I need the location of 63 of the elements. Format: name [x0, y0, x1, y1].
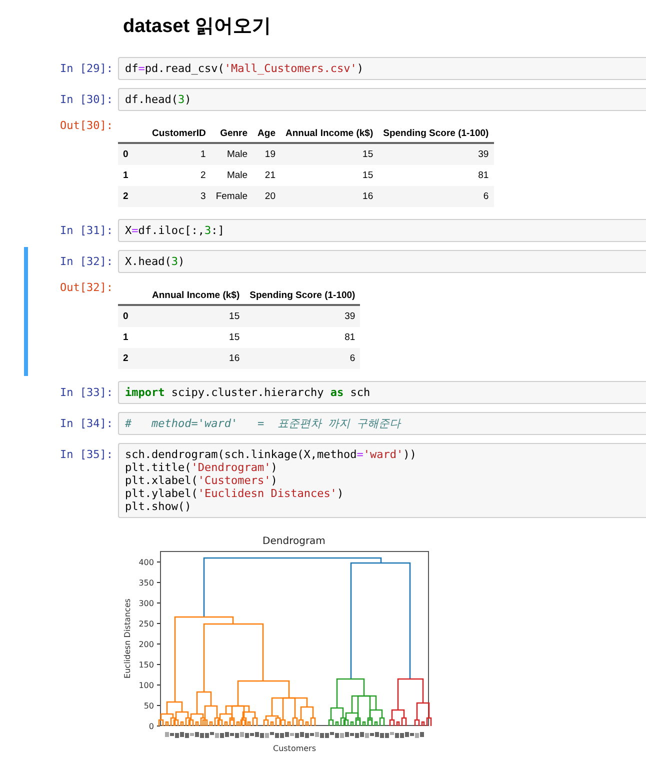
- tick-label: 150: [138, 660, 154, 670]
- row-index: 2: [118, 186, 147, 207]
- row-index: 0: [118, 143, 147, 165]
- table-cell: 81: [244, 327, 360, 348]
- input-prompt: In [32]:: [59, 254, 114, 268]
- row-index: 1: [118, 327, 147, 348]
- table-cell: 16: [280, 186, 378, 207]
- notebook-cell[interactable]: In [31]: X=df.iloc[:,3:]: [24, 216, 646, 245]
- table-cell: 15: [280, 143, 378, 165]
- notebook-cell[interactable]: dataset 읽어오기: [24, 8, 646, 52]
- code-input[interactable]: X=df.iloc[:,3:]: [118, 219, 646, 242]
- tick-label: 250: [138, 620, 154, 628]
- table-cell: Male: [210, 143, 253, 165]
- tick-label: 50: [144, 702, 154, 710]
- tick-label: 400: [138, 558, 154, 567]
- table-cell: 81: [378, 165, 494, 186]
- code-input[interactable]: import scipy.cluster.hierarchy as sch: [118, 381, 646, 404]
- table-cell: 3: [147, 186, 211, 207]
- input-prompt: In [30]:: [59, 92, 114, 106]
- tick-label: 0: [148, 722, 154, 731]
- tick-label: 100: [138, 681, 154, 690]
- code-input[interactable]: X.head(3): [118, 250, 646, 273]
- table-cell: Female: [210, 186, 253, 207]
- table-cell: 6: [244, 348, 360, 369]
- input-prompt: In [34]:: [59, 416, 114, 430]
- table-cell: 6: [378, 186, 494, 207]
- table-cell: 1: [147, 143, 211, 165]
- table-cell: 39: [378, 143, 494, 165]
- row-index: 0: [118, 305, 147, 327]
- section-heading: dataset 읽어오기: [122, 15, 272, 39]
- tick-label: 200: [138, 640, 154, 649]
- tick-label: 350: [138, 578, 154, 588]
- axis-label: Euclidesn Distances: [123, 598, 132, 678]
- table-cell: 20: [252, 186, 280, 207]
- chart-title: Dendrogram: [262, 536, 326, 547]
- notebook-cell[interactable]: In [32]: X.head(3) Out[32]: Annual Income (k$) Spending Score (1-100) 0 15 39 1 15 81 2 16 6: [24, 247, 646, 376]
- output-prompt: Out[32]:: [59, 280, 114, 294]
- table-cell: 39: [244, 305, 360, 327]
- table-cell: 16: [147, 348, 245, 369]
- notebook-cell[interactable]: In [29]: df=pd.read_csv('Mall_Customers.csv'): [24, 54, 646, 83]
- table-cell: 21: [252, 165, 280, 186]
- row-index: 1: [118, 165, 147, 186]
- input-prompt: In [29]:: [59, 61, 114, 75]
- code-input[interactable]: sch.dendrogram(sch.linkage(X,method='ward')) plt.title('Dendrogram') plt.xlabel('Customers') plt.ylabel('Euclidesn Distances') plt.show(): [118, 443, 646, 518]
- table-cell: 15: [280, 165, 378, 186]
- table-cell: 15: [147, 327, 245, 348]
- output-prompt: Out[30]:: [59, 118, 114, 132]
- notebook-cell[interactable]: In [33]: import scipy.cluster.hierarchy as sch: [24, 378, 646, 407]
- tick-label: 300: [138, 599, 154, 608]
- input-prompt: In [33]:: [59, 385, 114, 399]
- input-prompt: In [31]:: [59, 223, 114, 237]
- code-input[interactable]: df.head(3): [118, 88, 646, 111]
- notebook-cell[interactable]: In [34]: # method='ward' = 표준편차 까지 구해준다: [24, 409, 646, 438]
- table-cell: 2: [147, 165, 211, 186]
- axis-label: Customers: [272, 744, 316, 753]
- code-input[interactable]: df=pd.read_csv('Mall_Customers.csv'): [118, 57, 646, 80]
- code-input[interactable]: # method='ward' = 표준편차 까지 구해준다: [118, 412, 646, 435]
- row-index: 2: [118, 348, 147, 369]
- notebook-cell[interactable]: In [30]: df.head(3) Out[30]: CustomerID Genre Age Annual Income (k$) Spending Score (1-100) 0 1 Male 19 15 39 1 2 Male 21 15 81 2 3 Female 20 16 6: [24, 85, 646, 214]
- table-cell: Male: [210, 165, 253, 186]
- table-cell: 19: [252, 143, 280, 165]
- table-cell: 15: [147, 305, 245, 327]
- input-prompt: In [35]:: [59, 447, 114, 461]
